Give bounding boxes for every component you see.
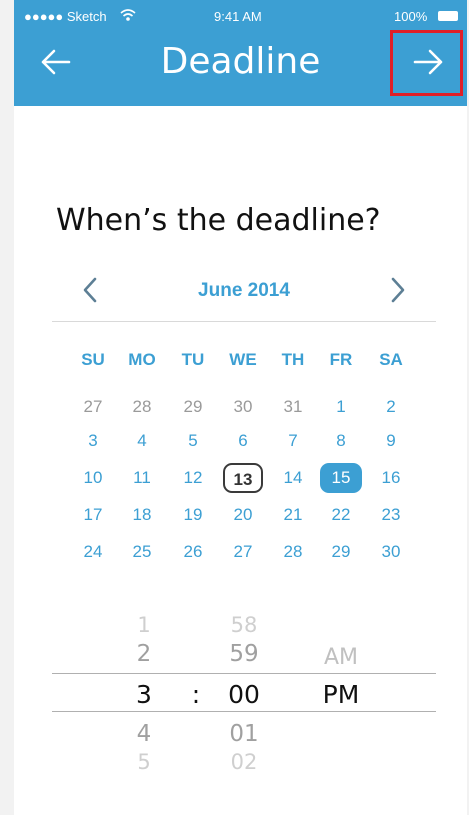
calendar-day[interactable]: 27	[218, 541, 268, 563]
carrier-label: ●●●●● Sketch	[24, 9, 107, 24]
calendar-day[interactable]: 19	[168, 504, 218, 526]
weekday-label: SA	[379, 350, 403, 369]
selected-hour[interactable]: 3	[114, 680, 174, 709]
next-month-icon[interactable]	[385, 276, 409, 304]
calendar-day[interactable]: 30	[366, 541, 416, 563]
calendar-day[interactable]: 22	[316, 504, 366, 526]
calendar-day[interactable]: 16	[366, 467, 416, 489]
calendar-day[interactable]: 23	[366, 504, 416, 526]
weekday-label: WE	[229, 350, 257, 369]
weekday-label: TU	[181, 350, 205, 369]
calendar-day[interactable]: 18	[117, 504, 167, 526]
picker-bottom-line	[52, 711, 436, 712]
calendar-day[interactable]: 24	[68, 541, 118, 563]
calendar-day[interactable]: 29	[316, 541, 366, 563]
calendar-day[interactable]: 6	[218, 430, 268, 452]
picker-top-line	[52, 673, 436, 674]
calendar-day[interactable]: 25	[117, 541, 167, 563]
calendar-day[interactable]: 9	[366, 430, 416, 452]
calendar-day[interactable]: 7	[268, 430, 318, 452]
calendar-day[interactable]: 17	[68, 504, 118, 526]
calendar-day[interactable]: 4	[117, 430, 167, 452]
hour-option[interactable]: 4	[114, 721, 174, 747]
selected-minute[interactable]: 00	[214, 680, 274, 709]
calendar-day[interactable]: 28	[268, 541, 318, 563]
calendar-day[interactable]: 2	[366, 396, 416, 418]
calendar-day[interactable]: 21	[268, 504, 318, 526]
month-label: June 2014	[198, 280, 290, 301]
calendar-day[interactable]: 1	[316, 396, 366, 418]
calendar-day[interactable]: 14	[268, 467, 318, 489]
calendar-day[interactable]: 8	[316, 430, 366, 452]
highlight-box	[390, 30, 463, 96]
month-header: June 2014	[51, 270, 437, 310]
selected-ampm[interactable]: PM	[311, 680, 371, 709]
calendar-day[interactable]: 31	[268, 396, 318, 418]
deadline-question: When’s the deadline?	[56, 203, 381, 238]
calendar-day[interactable]: 12	[168, 467, 218, 489]
minute-option[interactable]: 59	[214, 641, 274, 667]
calendar-day[interactable]: 5	[168, 430, 218, 452]
weekday-label: TH	[281, 350, 305, 369]
hour-option[interactable]: 2	[114, 641, 174, 667]
hour-option[interactable]: 1	[114, 613, 174, 637]
calendar-day[interactable]: 27	[68, 396, 118, 418]
today-date[interactable]: 13	[223, 463, 263, 493]
calendar-day[interactable]: 10	[68, 467, 118, 489]
calendar-day[interactable]: 20	[218, 504, 268, 526]
calendar-day[interactable]: 30	[218, 396, 268, 418]
weekday-label: SU	[81, 350, 105, 369]
calendar-day[interactable]: 11	[117, 467, 167, 489]
calendar-day[interactable]: 29	[168, 396, 218, 418]
calendar-day[interactable]: 28	[117, 396, 167, 418]
minute-option[interactable]: 58	[214, 613, 274, 637]
battery-icon	[438, 11, 458, 21]
selected-date[interactable]: 15	[320, 463, 362, 493]
wifi-icon	[120, 9, 136, 21]
calendar-day[interactable]: 3	[68, 430, 118, 452]
minute-option[interactable]: 01	[214, 721, 274, 747]
weekday-label: MO	[128, 350, 156, 369]
am-option[interactable]: AM	[311, 645, 371, 670]
clock-label: 9:41 AM	[214, 9, 262, 24]
calendar-day[interactable]: 26	[168, 541, 218, 563]
weekday-label: FR	[329, 350, 353, 369]
battery-label: 100%	[394, 9, 428, 24]
hour-option[interactable]: 5	[114, 750, 174, 774]
month-divider	[52, 321, 436, 322]
minute-option[interactable]: 02	[214, 750, 274, 774]
app-screen: ●●●●● Sketch 9:41 AM 100% Deadline When’…	[14, 0, 467, 815]
